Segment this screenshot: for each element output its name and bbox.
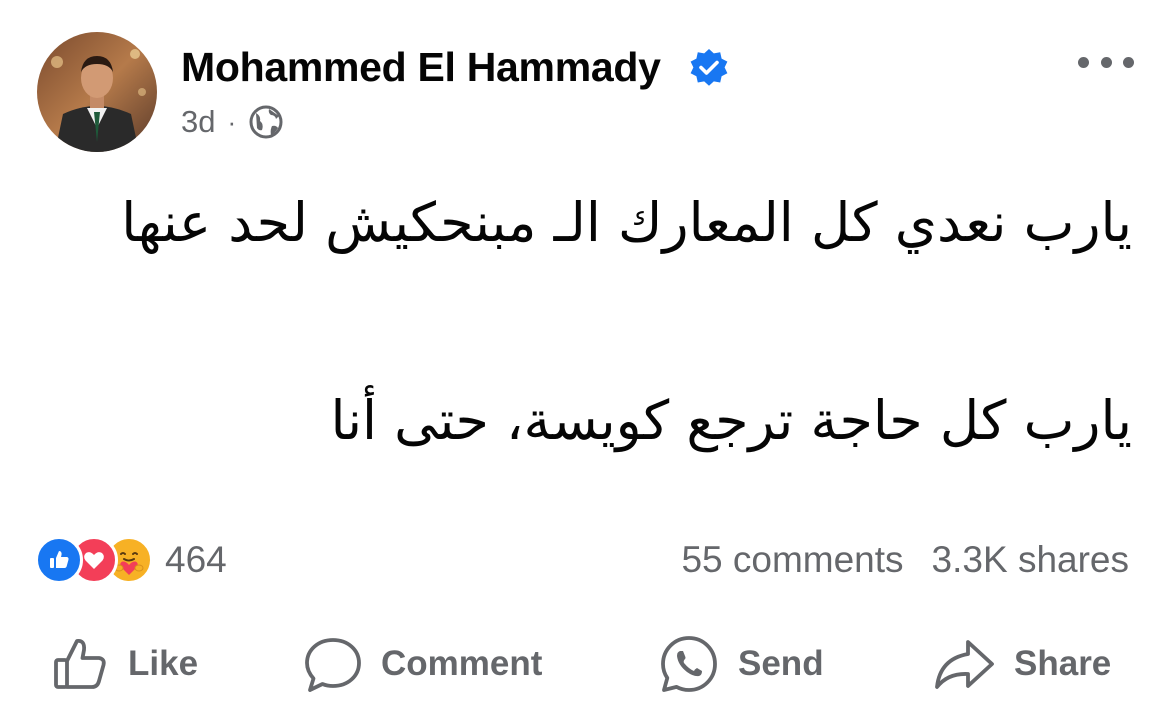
post-meta: 3d ·: [181, 100, 284, 144]
comments-count[interactable]: 55 comments: [681, 539, 903, 581]
more-dot: [1123, 56, 1134, 68]
send-button[interactable]: Send: [658, 628, 824, 700]
post-text-paragraph-2: يارب كل حاجة ترجع كويسة، حتى أنا: [330, 389, 1132, 452]
share-arrow-icon: [935, 640, 994, 689]
share-button[interactable]: Share: [932, 628, 1111, 700]
like-reaction-icon: [35, 536, 83, 584]
more-dot: [1100, 56, 1112, 68]
shares-count[interactable]: 3.3K shares: [932, 539, 1129, 581]
share-label: Share: [1014, 644, 1112, 683]
send-label: Send: [738, 644, 824, 683]
reactions-count[interactable]: 464: [165, 539, 227, 581]
post-action-bar: Like Comment Send Share: [0, 628, 1169, 700]
whatsapp-icon: [661, 636, 717, 692]
post-text: يارب نعدي كل المعارك الـ مبنحكيش لحد عنه…: [40, 183, 1132, 461]
verified-badge-icon: [689, 48, 729, 88]
thumbs-up-icon: [54, 639, 106, 689]
more-options-button[interactable]: [1078, 45, 1134, 79]
post-text-paragraph-1: يارب نعدي كل المعارك الـ مبنحكيش لحد عنه…: [121, 191, 1132, 254]
globe-icon[interactable]: [248, 104, 284, 140]
post-time[interactable]: 3d: [181, 104, 215, 140]
author-name[interactable]: Mohammed El Hammady: [181, 40, 661, 94]
comment-label: Comment: [381, 644, 543, 683]
like-button[interactable]: Like: [50, 628, 198, 700]
author-avatar[interactable]: [37, 32, 157, 152]
comment-bubble-icon: [305, 638, 361, 692]
more-dot: [1078, 56, 1089, 68]
engagement-counts: 55 comments 3.3K shares: [681, 535, 1129, 585]
comment-button[interactable]: Comment: [303, 628, 542, 700]
like-label: Like: [128, 644, 199, 683]
reactions-summary[interactable]: 464: [35, 535, 227, 585]
meta-separator: ·: [227, 106, 237, 137]
